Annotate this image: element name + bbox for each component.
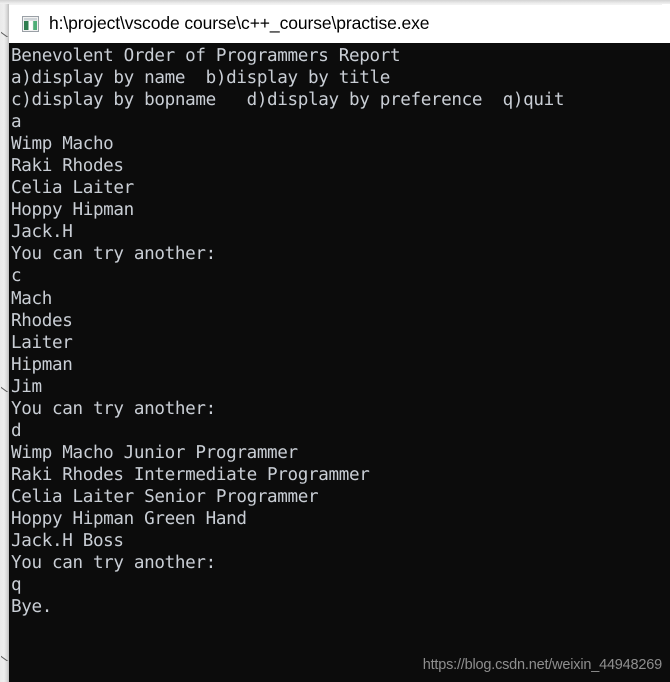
page-left-gutter [0, 0, 9, 682]
gutter-tick-mark [1, 383, 9, 392]
title-bar[interactable]: h:\project\vscode course\c++_course\prac… [9, 4, 662, 42]
console-window: h:\project\vscode course\c++_course\prac… [9, 4, 670, 682]
gutter-tick-mark [1, 28, 9, 37]
console-text: Benevolent Order of Programmers Report a… [11, 46, 565, 618]
watermark: https://blog.csdn.net/weixin_44948269 [422, 657, 662, 673]
window-title: h:\project\vscode course\c++_course\prac… [49, 13, 430, 33]
console-output-area[interactable]: Benevolent Order of Programmers Report a… [9, 43, 670, 682]
screenshot-root: h:\project\vscode course\c++_course\prac… [0, 0, 670, 682]
gutter-tick-mark [1, 652, 9, 661]
console-window-icon [22, 15, 39, 32]
